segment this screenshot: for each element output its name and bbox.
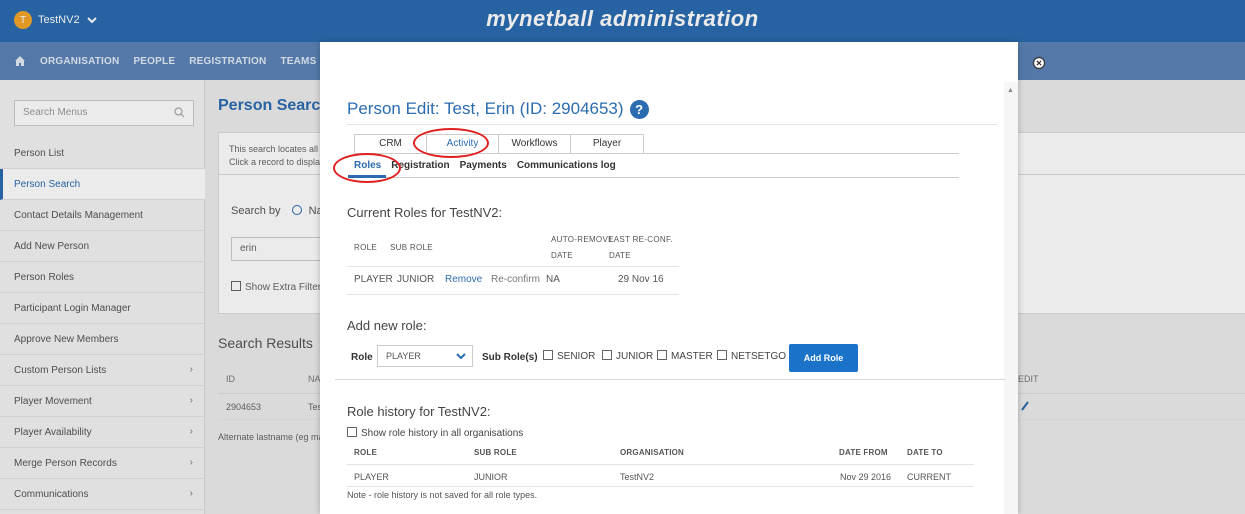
modal-title-text: Person Edit: Test, Erin (ID: 2904653) bbox=[347, 99, 624, 118]
annotation-circle-roles bbox=[333, 153, 401, 183]
subrole-label: SENIOR bbox=[557, 351, 596, 362]
checkbox[interactable] bbox=[602, 350, 612, 360]
primary-tabs: CRM Activity Workflows Player bbox=[354, 134, 644, 154]
subrole-label: NETSETGO bbox=[731, 351, 787, 362]
tab-workflows[interactable]: Workflows bbox=[499, 135, 571, 154]
remove-link[interactable]: Remove bbox=[445, 274, 482, 285]
divider bbox=[347, 464, 974, 465]
divider bbox=[347, 486, 974, 487]
checkbox[interactable] bbox=[717, 350, 727, 360]
auto-remove-value: NA bbox=[546, 274, 560, 285]
history-note: Note - role history is not saved for all… bbox=[347, 490, 538, 500]
tab-player[interactable]: Player bbox=[571, 135, 643, 154]
role-select[interactable]: PLAYER bbox=[377, 345, 473, 367]
subrole-junior-option[interactable]: JUNIOR bbox=[602, 350, 653, 362]
role-select-value: PLAYER bbox=[386, 351, 421, 361]
annotation-circle-activity bbox=[413, 128, 489, 158]
col-auto-remove-line2: DATE bbox=[551, 251, 573, 260]
col-last-reconf-line2: DATE bbox=[609, 251, 631, 260]
add-role-button[interactable]: Add Role bbox=[789, 344, 858, 372]
history-date-to-value: CURRENT bbox=[907, 472, 951, 482]
show-all-history-toggle[interactable]: Show role history in all organisations bbox=[347, 427, 523, 439]
subrole-netsetgo-option[interactable]: NETSETGO bbox=[717, 350, 786, 362]
checkbox[interactable] bbox=[543, 350, 553, 360]
chevron-down-icon bbox=[456, 353, 466, 360]
show-all-history-label: Show role history in all organisations bbox=[361, 428, 524, 439]
current-subrole-value: JUNIOR bbox=[397, 274, 435, 285]
subtab-communications-log[interactable]: Communications log bbox=[517, 160, 616, 171]
modal-title: Person Edit: Test, Erin (ID: 2904653)? bbox=[347, 99, 649, 119]
history-subrole-value: JUNIOR bbox=[474, 472, 508, 482]
scrollbar[interactable]: ▲ bbox=[1004, 82, 1018, 514]
history-col-date-to: DATE TO bbox=[907, 448, 943, 457]
col-sub-role: SUB ROLE bbox=[390, 243, 433, 252]
divider bbox=[347, 294, 679, 295]
col-last-reconf: LAST RE-CONF. DATE bbox=[609, 232, 673, 264]
divider bbox=[335, 379, 1005, 380]
help-icon[interactable]: ? bbox=[629, 100, 649, 119]
history-col-organisation: ORGANISATION bbox=[620, 448, 685, 457]
scroll-up-icon[interactable]: ▲ bbox=[1007, 87, 1014, 94]
subrole-master-option[interactable]: MASTER bbox=[657, 350, 713, 362]
col-auto-remove-line1: AUTO-REMOVE bbox=[551, 235, 614, 244]
history-date-from-value: Nov 29 2016 bbox=[840, 472, 892, 482]
history-org-value: TestNV2 bbox=[620, 472, 655, 482]
person-edit-modal: ▲ Person Edit: Test, Erin (ID: 2904653)?… bbox=[320, 42, 1018, 514]
subrole-label: MASTER bbox=[671, 351, 713, 362]
divider bbox=[354, 177, 959, 178]
divider bbox=[347, 266, 679, 267]
subrole-label: JUNIOR bbox=[616, 351, 654, 362]
subtab-payments[interactable]: Payments bbox=[460, 160, 507, 171]
current-role-value: PLAYER bbox=[354, 274, 393, 285]
close-icon[interactable] bbox=[1032, 56, 1046, 70]
col-last-reconf-line1: LAST RE-CONF. bbox=[609, 235, 673, 244]
col-auto-remove: AUTO-REMOVE DATE bbox=[551, 232, 614, 264]
checkbox[interactable] bbox=[347, 427, 357, 437]
checkbox[interactable] bbox=[657, 350, 667, 360]
role-history-title: Role history for TestNV2: bbox=[347, 404, 491, 419]
history-role-value: PLAYER bbox=[354, 472, 389, 482]
role-label: Role bbox=[351, 352, 373, 363]
last-reconf-value: 29 Nov 16 bbox=[618, 274, 664, 285]
history-col-sub-role: SUB ROLE bbox=[474, 448, 517, 457]
add-role-title: Add new role: bbox=[347, 318, 427, 333]
reconfirm-link[interactable]: Re-confirm bbox=[491, 274, 540, 285]
history-col-date-from: DATE FROM bbox=[839, 448, 888, 457]
divider bbox=[347, 124, 997, 125]
current-roles-title: Current Roles for TestNV2: bbox=[347, 205, 503, 220]
col-role: ROLE bbox=[354, 243, 377, 252]
sub-roles-label: Sub Role(s) bbox=[482, 352, 538, 363]
history-col-role: ROLE bbox=[354, 448, 378, 457]
subrole-senior-option[interactable]: SENIOR bbox=[543, 350, 595, 362]
